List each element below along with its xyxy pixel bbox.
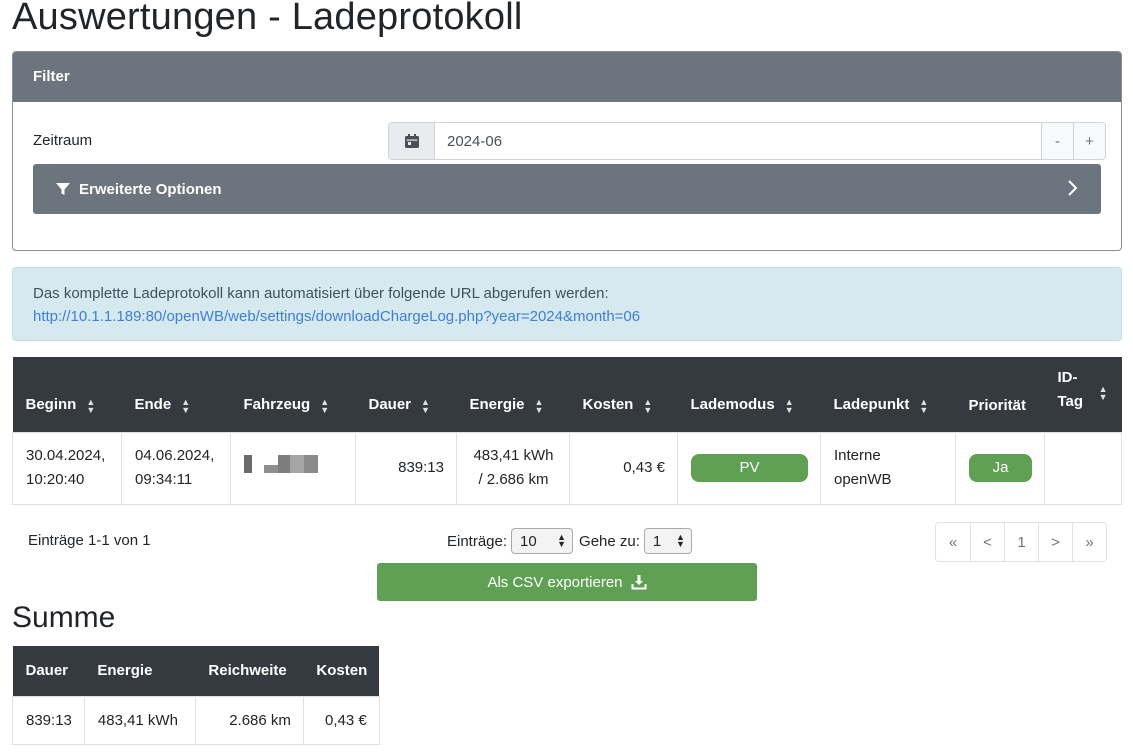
cell-dauer: 839:13 — [355, 431, 457, 505]
col-energie[interactable]: Energie ▲ ▼ — [456, 357, 570, 432]
cell-ladepunkt: Interne openWB — [820, 431, 956, 505]
date-plus-button[interactable]: + — [1073, 123, 1105, 159]
page-title: Auswertungen - Ladeprotokoll — [12, 0, 523, 38]
col-ladepunkt[interactable]: Ladepunkt ▲ ▼ — [820, 357, 956, 432]
col-fahrzeug[interactable]: Fahrzeug ▲ ▼ — [230, 357, 356, 432]
summe-col-dauer: Dauer — [12, 646, 85, 696]
page-prev-button[interactable]: < — [970, 523, 1004, 561]
chevron-right-icon — [1067, 178, 1079, 202]
sort-icon: ▲ ▼ — [86, 396, 96, 415]
summe-reichweite: 2.686 km — [194, 695, 304, 745]
summe-kosten: 0,43 € — [302, 695, 380, 745]
summe-col-kosten: Kosten — [303, 646, 380, 696]
export-csv-label: Als CSV exportieren — [487, 573, 623, 591]
table-header-row: Beginn ▲ ▼ Ende ▲ ▼ Fahrzeug ▲ ▼ Dauer ▲ ▼ Energ… — [12, 357, 1122, 432]
col-ende[interactable]: Ende ▲ ▼ — [121, 357, 231, 432]
cell-kosten: 0,43 € — [569, 431, 678, 505]
filter-header: Filter — [13, 52, 1121, 102]
date-minus-button[interactable]: - — [1041, 123, 1073, 159]
lademodus-badge: PV — [691, 454, 808, 482]
download-url-link[interactable]: http://10.1.1.189:80/openWB/web/settings… — [33, 308, 640, 325]
sort-icon: ▲ ▼ — [643, 396, 653, 415]
cell-prioritaet: Ja — [955, 431, 1045, 505]
sort-icon: ▲ ▼ — [421, 396, 430, 415]
calendar-icon[interactable] — [389, 123, 435, 159]
goto-page-select[interactable]: 1 ▲ ▼ — [643, 528, 692, 554]
page-1-button[interactable]: 1 — [1004, 523, 1038, 561]
page-first-button[interactable]: « — [936, 523, 970, 561]
cell-id-tag — [1044, 431, 1122, 505]
cell-energie: 483,41 kWh/ 2.686 km — [456, 431, 570, 505]
summe-dauer: 839:13 — [12, 695, 85, 745]
filter-card: Filter Zeitraum - + Erweiterte Optionen — [12, 51, 1122, 251]
page-next-button[interactable]: > — [1038, 523, 1072, 561]
blurred-vehicle-name — [244, 455, 318, 473]
select-arrows-icon: ▲ ▼ — [557, 532, 567, 549]
sort-icon: ▲ ▼ — [784, 396, 794, 415]
cell-beginn: 30.04.2024, 10:20:40 — [12, 431, 122, 505]
info-text: Das komplette Ladeprotokoll kann automat… — [33, 285, 609, 302]
pagination: « < 1 > » — [935, 522, 1107, 562]
sort-icon: ▲ ▼ — [320, 396, 330, 415]
summe-title: Summe — [12, 601, 116, 634]
sort-icon: ▲ ▼ — [181, 396, 191, 415]
table-row: 30.04.2024, 10:20:40 04.06.2024, 09:34:11 … — [12, 431, 1122, 505]
col-kosten[interactable]: Kosten ▲ ▼ — [569, 357, 678, 432]
col-id-tag[interactable]: ID- Tag ▲ ▼ — [1044, 357, 1122, 432]
prioritaet-badge: Ja — [969, 454, 1032, 482]
summe-header-row: Dauer Energie Reichweite Kosten — [12, 646, 380, 696]
col-dauer[interactable]: Dauer ▲ ▼ — [355, 357, 457, 432]
col-beginn[interactable]: Beginn ▲ ▼ — [12, 357, 122, 432]
sort-icon: ▲ ▼ — [919, 396, 929, 415]
advanced-options-toggle[interactable]: Erweiterte Optionen — [33, 164, 1101, 214]
page-last-button[interactable]: » — [1072, 523, 1106, 561]
download-icon — [631, 574, 647, 590]
entries-info: Einträge 1-1 von 1 — [28, 532, 151, 549]
col-lademodus[interactable]: Lademodus ▲ ▼ — [677, 357, 821, 432]
summe-energie: 483,41 kWh — [83, 695, 196, 745]
entries-label: Einträge: — [447, 532, 508, 550]
summe-col-reichweite: Reichweite — [195, 646, 304, 696]
charge-log-table: Beginn ▲ ▼ Ende ▲ ▼ Fahrzeug ▲ ▼ Dauer ▲ ▼ Energ… — [12, 357, 1122, 505]
summe-table: Dauer Energie Reichweite Kosten 839:13 4… — [12, 646, 380, 745]
col-prioritaet[interactable]: Priorität — [955, 357, 1045, 432]
zeitraum-input[interactable] — [435, 123, 1041, 159]
filter-icon — [55, 181, 71, 197]
select-arrows-icon: ▲ ▼ — [676, 532, 685, 549]
sort-icon: ▲ ▼ — [1098, 384, 1108, 402]
table-row: 839:13 483,41 kWh 2.686 km 0,43 € — [12, 695, 380, 745]
advanced-options-label: Erweiterte Optionen — [79, 180, 222, 198]
summe-col-energie: Energie — [84, 646, 196, 696]
cell-lademodus: PV — [677, 431, 821, 505]
cell-ende: 04.06.2024, 09:34:11 — [121, 431, 231, 505]
zeitraum-input-group: - + — [388, 122, 1106, 160]
page-size-controls: Einträge: 10 ▲ ▼ Gehe zu: 1 ▲ ▼ — [447, 528, 692, 554]
export-csv-button[interactable]: Als CSV exportieren — [377, 563, 757, 601]
info-alert: Das komplette Ladeprotokoll kann automat… — [12, 267, 1122, 341]
goto-label: Gehe zu: — [579, 532, 640, 550]
zeitraum-label: Zeitraum — [33, 132, 93, 149]
cell-fahrzeug — [230, 431, 356, 505]
entries-per-page-select[interactable]: 10 ▲ ▼ — [511, 528, 574, 554]
sort-icon: ▲ ▼ — [534, 396, 544, 415]
